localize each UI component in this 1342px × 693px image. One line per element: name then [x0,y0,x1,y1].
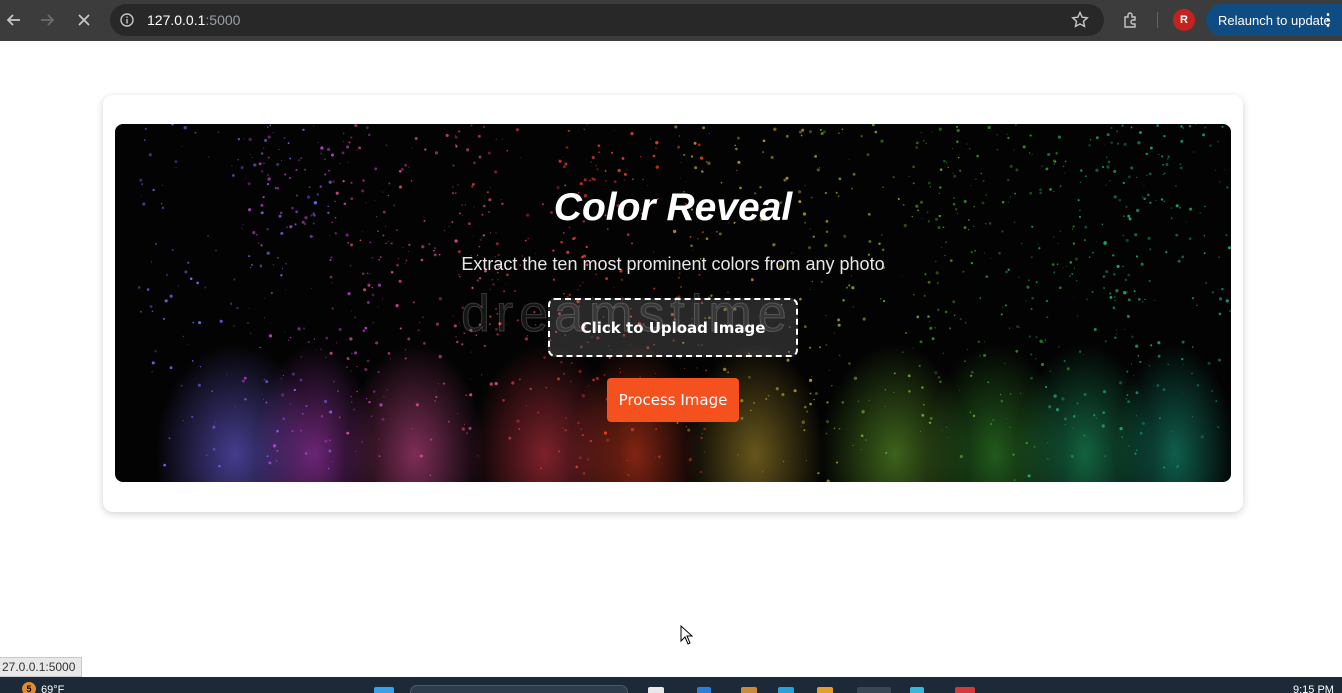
windows-start-icon[interactable] [374,687,394,693]
weather-temperature[interactable]: 69°F [41,684,64,693]
vscode-icon[interactable] [778,687,794,693]
process-image-button[interactable]: Process Image [607,378,739,422]
edge-icon[interactable] [697,687,711,693]
menu-kebab-icon[interactable]: ⋮ [1320,10,1336,30]
extensions-icon[interactable] [1117,6,1145,34]
chrome-active-icon[interactable] [857,687,891,693]
address-bar[interactable]: 127.0.0.1:5000 [110,4,1104,36]
main-card: dreamstime Color Reveal Extract the ten … [103,95,1243,512]
site-info-icon[interactable] [119,12,135,28]
page-title: Color Reveal [553,186,793,229]
relaunch-to-update-button[interactable]: Relaunch to update ⋮ [1206,4,1342,36]
url-port: :5000 [205,12,241,28]
stop-loading-icon[interactable] [70,6,98,34]
forward-icon[interactable] [33,6,61,34]
mouse-cursor-icon [680,625,694,645]
page-subtitle: Extract the ten most prominent colors fr… [461,254,885,274]
taskbar-clock: 9:15 PM [1293,684,1334,693]
link-status-bubble: 27.0.0.1:5000 [0,657,83,677]
url-text[interactable]: 127.0.0.1:5000 [147,12,240,28]
upload-image-button[interactable]: Click to Upload Image [548,298,798,357]
taskbar-search-box[interactable] [410,685,628,693]
hero-banner: dreamstime Color Reveal Extract the ten … [115,124,1231,482]
folder-icon[interactable] [817,687,833,693]
toolbar-divider [1157,12,1158,28]
app-icon-3[interactable] [955,687,975,693]
weather-badge[interactable]: 5 [22,682,36,693]
back-icon[interactable] [0,6,28,34]
app-icon-2[interactable] [910,687,924,693]
profile-avatar[interactable]: R [1173,9,1195,31]
url-host: 127.0.0.1 [147,12,206,28]
app-icon[interactable] [741,687,757,693]
relaunch-label: Relaunch to update [1218,12,1331,28]
file-explorer-icon[interactable] [648,687,664,693]
browser-toolbar: 127.0.0.1:5000 R Relaunch to update ⋮ [0,0,1342,41]
windows-taskbar: 5 69°F 9:15 PM [0,677,1342,693]
bookmark-star-icon[interactable] [1070,10,1090,30]
